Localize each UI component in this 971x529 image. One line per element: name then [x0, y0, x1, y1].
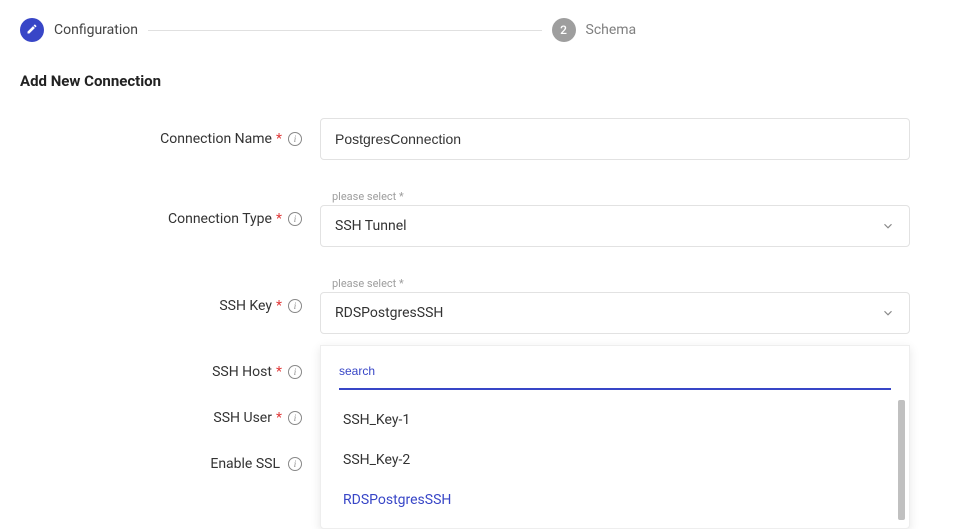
connection-type-value: SSH Tunnel [335, 218, 407, 234]
float-label-connection-type: please select * [332, 190, 910, 203]
info-icon[interactable] [288, 457, 302, 471]
float-label-ssh-key: please select * [332, 277, 910, 290]
row-ssh-key: SSH Key * please select * RDSPostgresSSH… [20, 277, 951, 334]
dropdown-option[interactable]: SSH_Key-1 [321, 400, 905, 440]
step-number-icon: 2 [552, 18, 576, 42]
stepper: Configuration 2 Schema [20, 18, 951, 42]
connection-name-input[interactable] [320, 118, 910, 160]
chevron-down-icon [881, 219, 895, 233]
row-connection-type: Connection Type * please select * SSH Tu… [20, 190, 951, 247]
row-connection-name: Connection Name * [20, 118, 951, 160]
dropdown-option-selected[interactable]: RDSPostgresSSH [321, 480, 905, 520]
label-ssh-key: SSH Key * [20, 298, 320, 314]
ssh-key-value: RDSPostgresSSH [335, 305, 443, 321]
info-icon[interactable] [288, 365, 302, 379]
info-icon[interactable] [288, 132, 302, 146]
step-configuration[interactable]: Configuration [20, 18, 138, 42]
page-title: Add New Connection [20, 72, 951, 90]
dropdown-option[interactable]: SSH_Key-2 [321, 440, 905, 480]
required-marker: * [276, 131, 282, 147]
label-ssh-host: SSH Host * [20, 364, 320, 380]
label-connection-type: Connection Type * [20, 211, 320, 227]
label-connection-name: Connection Name * [20, 131, 320, 147]
label-ssh-user: SSH User * [20, 410, 320, 426]
step-schema[interactable]: 2 Schema [552, 18, 637, 42]
info-icon[interactable] [288, 212, 302, 226]
scrollbar[interactable] [898, 400, 905, 520]
step-label-configuration: Configuration [54, 22, 138, 38]
ssh-key-dropdown: SSH_Key-1 SSH_Key-2 RDSPostgresSSH [320, 345, 910, 529]
step-label-schema: Schema [586, 22, 637, 38]
ssh-key-select[interactable]: RDSPostgresSSH [320, 292, 910, 334]
required-marker: * [276, 298, 282, 314]
pencil-icon [20, 18, 44, 42]
dropdown-search-input[interactable] [339, 360, 891, 390]
info-icon[interactable] [288, 411, 302, 425]
required-marker: * [276, 211, 282, 227]
chevron-down-icon [881, 306, 895, 320]
dropdown-list: SSH_Key-1 SSH_Key-2 RDSPostgresSSH [321, 400, 905, 520]
info-icon[interactable] [288, 299, 302, 313]
label-enable-ssl: Enable SSL [20, 456, 320, 472]
required-marker: * [276, 364, 282, 380]
step-divider [148, 30, 542, 31]
required-marker: * [276, 410, 282, 426]
connection-type-select[interactable]: SSH Tunnel [320, 205, 910, 247]
